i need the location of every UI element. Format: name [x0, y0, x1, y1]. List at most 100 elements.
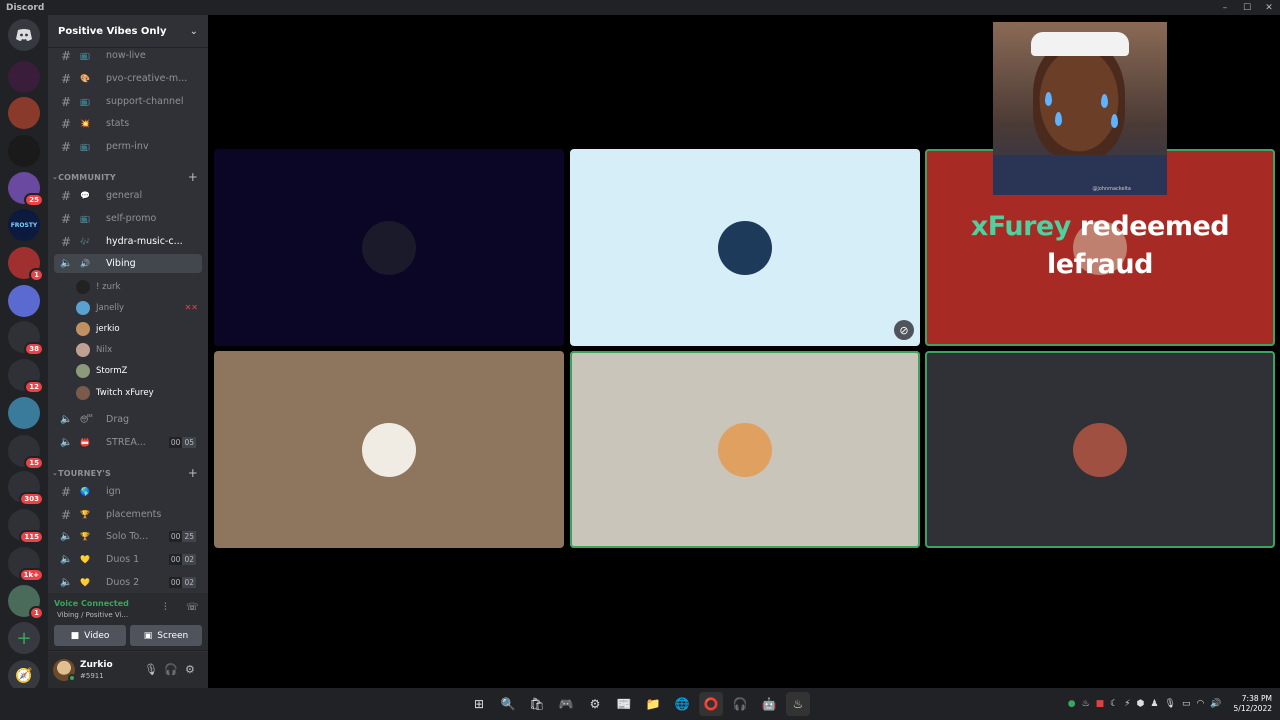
gear-icon[interactable]: ⚙	[185, 663, 195, 676]
channel-item[interactable]: # 💬 general	[54, 186, 202, 205]
avatar	[76, 342, 90, 357]
guild-header[interactable]: Positive Vibes Only ⌄	[48, 15, 208, 48]
server-icon[interactable]: 12	[8, 359, 44, 394]
server-icon[interactable]: 115	[8, 509, 44, 544]
server-icon[interactable]: 38	[8, 321, 44, 356]
clock[interactable]: 7:38 PM 5/12/2022	[1234, 694, 1272, 714]
minimize-icon[interactable]: –	[1220, 3, 1230, 13]
voice-user[interactable]: jerkio	[76, 319, 202, 338]
channel-name: Duos 1	[106, 554, 140, 565]
participant-tile[interactable]	[925, 351, 1275, 548]
speaker-icon: 🔈	[60, 437, 73, 448]
server-icon[interactable]	[8, 97, 40, 129]
create-channel-icon[interactable]: +	[188, 466, 198, 480]
taskbar-app-icon[interactable]: ⊞	[467, 692, 491, 716]
channel-item[interactable]: # 📺 perm-inv	[54, 137, 202, 156]
server-icon[interactable]: 1	[8, 585, 44, 620]
avatar	[76, 363, 90, 378]
channel-category[interactable]: ⌄ TOURNEY'S +	[52, 466, 204, 480]
home-button[interactable]	[8, 19, 40, 51]
taskbar-app-icon[interactable]: 🎧	[728, 692, 752, 716]
screen-label: Screen	[157, 630, 189, 641]
tray-status-icon[interactable]: ●	[1068, 699, 1076, 709]
channel-item[interactable]: # 🎨 pvo-creative-m...	[54, 69, 202, 88]
microphone-icon[interactable]: 🎙	[144, 663, 158, 676]
server-icon[interactable]	[8, 61, 40, 93]
tear-icon	[1055, 112, 1062, 126]
maximize-icon[interactable]: ☐	[1242, 3, 1252, 13]
voice-user[interactable]: ! zurk	[76, 277, 202, 296]
add-server-button[interactable]: +	[8, 622, 40, 654]
participant-tile[interactable]	[570, 351, 920, 548]
taskbar-app-icon[interactable]: 🔍	[496, 692, 520, 716]
guild-name: Positive Vibes Only	[58, 25, 167, 37]
screen-share-button[interactable]: ▣ Screen	[130, 625, 202, 646]
avatar	[362, 220, 416, 275]
voice-user[interactable]: Twitch xFurey	[76, 383, 202, 402]
channel-item[interactable]: 🔈 🏆 Solo To... 00 25	[54, 527, 202, 546]
volume-icon[interactable]: 🔊	[1210, 699, 1221, 709]
server-icon[interactable]: 1	[8, 247, 44, 282]
channel-name: perm-inv	[106, 141, 149, 152]
user-tag: #5911	[80, 672, 104, 680]
voice-user[interactable]: Janelly ✕✕	[76, 298, 202, 317]
server-icon[interactable]	[8, 135, 40, 167]
wifi-icon[interactable]: ◠	[1196, 699, 1204, 709]
channel-emoji: 🏆	[80, 510, 90, 519]
voice-user[interactable]: Nilx	[76, 340, 202, 359]
video-button[interactable]: ■ Video	[54, 625, 126, 646]
taskbar-app-icon[interactable]: ⚙	[583, 692, 607, 716]
taskbar-app-icon[interactable]: 📰	[612, 692, 636, 716]
voice-location[interactable]: Vibing / Positive Vi...	[57, 611, 128, 619]
taskbar-app-icon[interactable]: 🎮	[554, 692, 578, 716]
channel-item[interactable]: 🔈 😴 Drag	[54, 410, 202, 429]
server-icon[interactable]: 1k+	[8, 547, 44, 582]
taskbar-app-icon[interactable]: 🤖	[757, 692, 781, 716]
tray-app-icon[interactable]: ♟	[1150, 699, 1158, 709]
tray-app-icon[interactable]: ☾	[1110, 699, 1118, 709]
participant-tile[interactable]	[214, 149, 564, 346]
channel-item[interactable]: # 💥 stats	[54, 114, 202, 133]
channel-emoji: 📺	[80, 142, 90, 151]
disconnect-icon[interactable]: ☏	[186, 602, 199, 613]
channel-item[interactable]: # 🏆 placements	[54, 505, 202, 524]
voice-channel-vibing[interactable]: 🔈 🔊 Vibing	[54, 254, 202, 273]
tray-app-icon[interactable]: ■	[1096, 699, 1105, 709]
voice-user-name: Twitch xFurey	[96, 387, 154, 398]
avatar	[718, 220, 772, 275]
participant-tile[interactable]: ⊘	[570, 149, 920, 346]
channel-category[interactable]: ⌄ COMMUNITY +	[52, 170, 204, 184]
taskbar-app-icon[interactable]: 📁	[641, 692, 665, 716]
create-channel-icon[interactable]: +	[188, 170, 198, 184]
channel-item[interactable]: # 📺 support-channel	[54, 92, 202, 111]
taskbar-app-icon[interactable]: 🌐	[670, 692, 694, 716]
channel-emoji: 💛	[80, 578, 90, 587]
taskbar-app-icon[interactable]: ♨	[786, 692, 810, 716]
participant-tile[interactable]	[214, 351, 564, 548]
server-icon[interactable]: FROSTY	[8, 209, 40, 241]
headphones-icon[interactable]: 🎧	[164, 663, 178, 676]
voice-user[interactable]: StormZ	[76, 361, 202, 380]
server-icon[interactable]: 25	[8, 172, 44, 207]
channel-item[interactable]: # 🎶 hydra-music-c...	[54, 232, 202, 251]
taskbar-app-icon[interactable]: ⭕	[699, 692, 723, 716]
server-icon[interactable]	[8, 285, 40, 317]
channel-item[interactable]: 🔈 💛 Duos 1 00 02	[54, 550, 202, 569]
channel-item[interactable]: # 🌎 ign	[54, 482, 202, 501]
noise-suppression-icon[interactable]: ⫶	[164, 602, 167, 613]
close-icon[interactable]: ✕	[1264, 3, 1274, 13]
steam-tray-icon[interactable]: ♨	[1082, 699, 1090, 709]
server-icon[interactable]: 15	[8, 435, 44, 470]
network-icon[interactable]: ▭	[1182, 699, 1191, 709]
server-icon[interactable]: 303	[8, 471, 44, 506]
tray-app-icon[interactable]: ⚡	[1124, 699, 1130, 709]
microphone-icon[interactable]: 🎙	[1165, 699, 1176, 709]
channel-item[interactable]: 🔈 📛 STREA... 00 05	[54, 433, 202, 452]
channel-item[interactable]: # 📺 self-promo	[54, 209, 202, 228]
channel-item[interactable]: 🔈 💛 Duos 2 00 02	[54, 573, 202, 592]
channel-item[interactable]: # 📺 now-live	[54, 46, 202, 65]
server-icon[interactable]	[8, 397, 40, 429]
taskbar-app-icon[interactable]: 🛍	[525, 692, 549, 716]
tray-app-icon[interactable]: ⬢	[1137, 699, 1145, 709]
count-cell: 00	[168, 554, 183, 565]
